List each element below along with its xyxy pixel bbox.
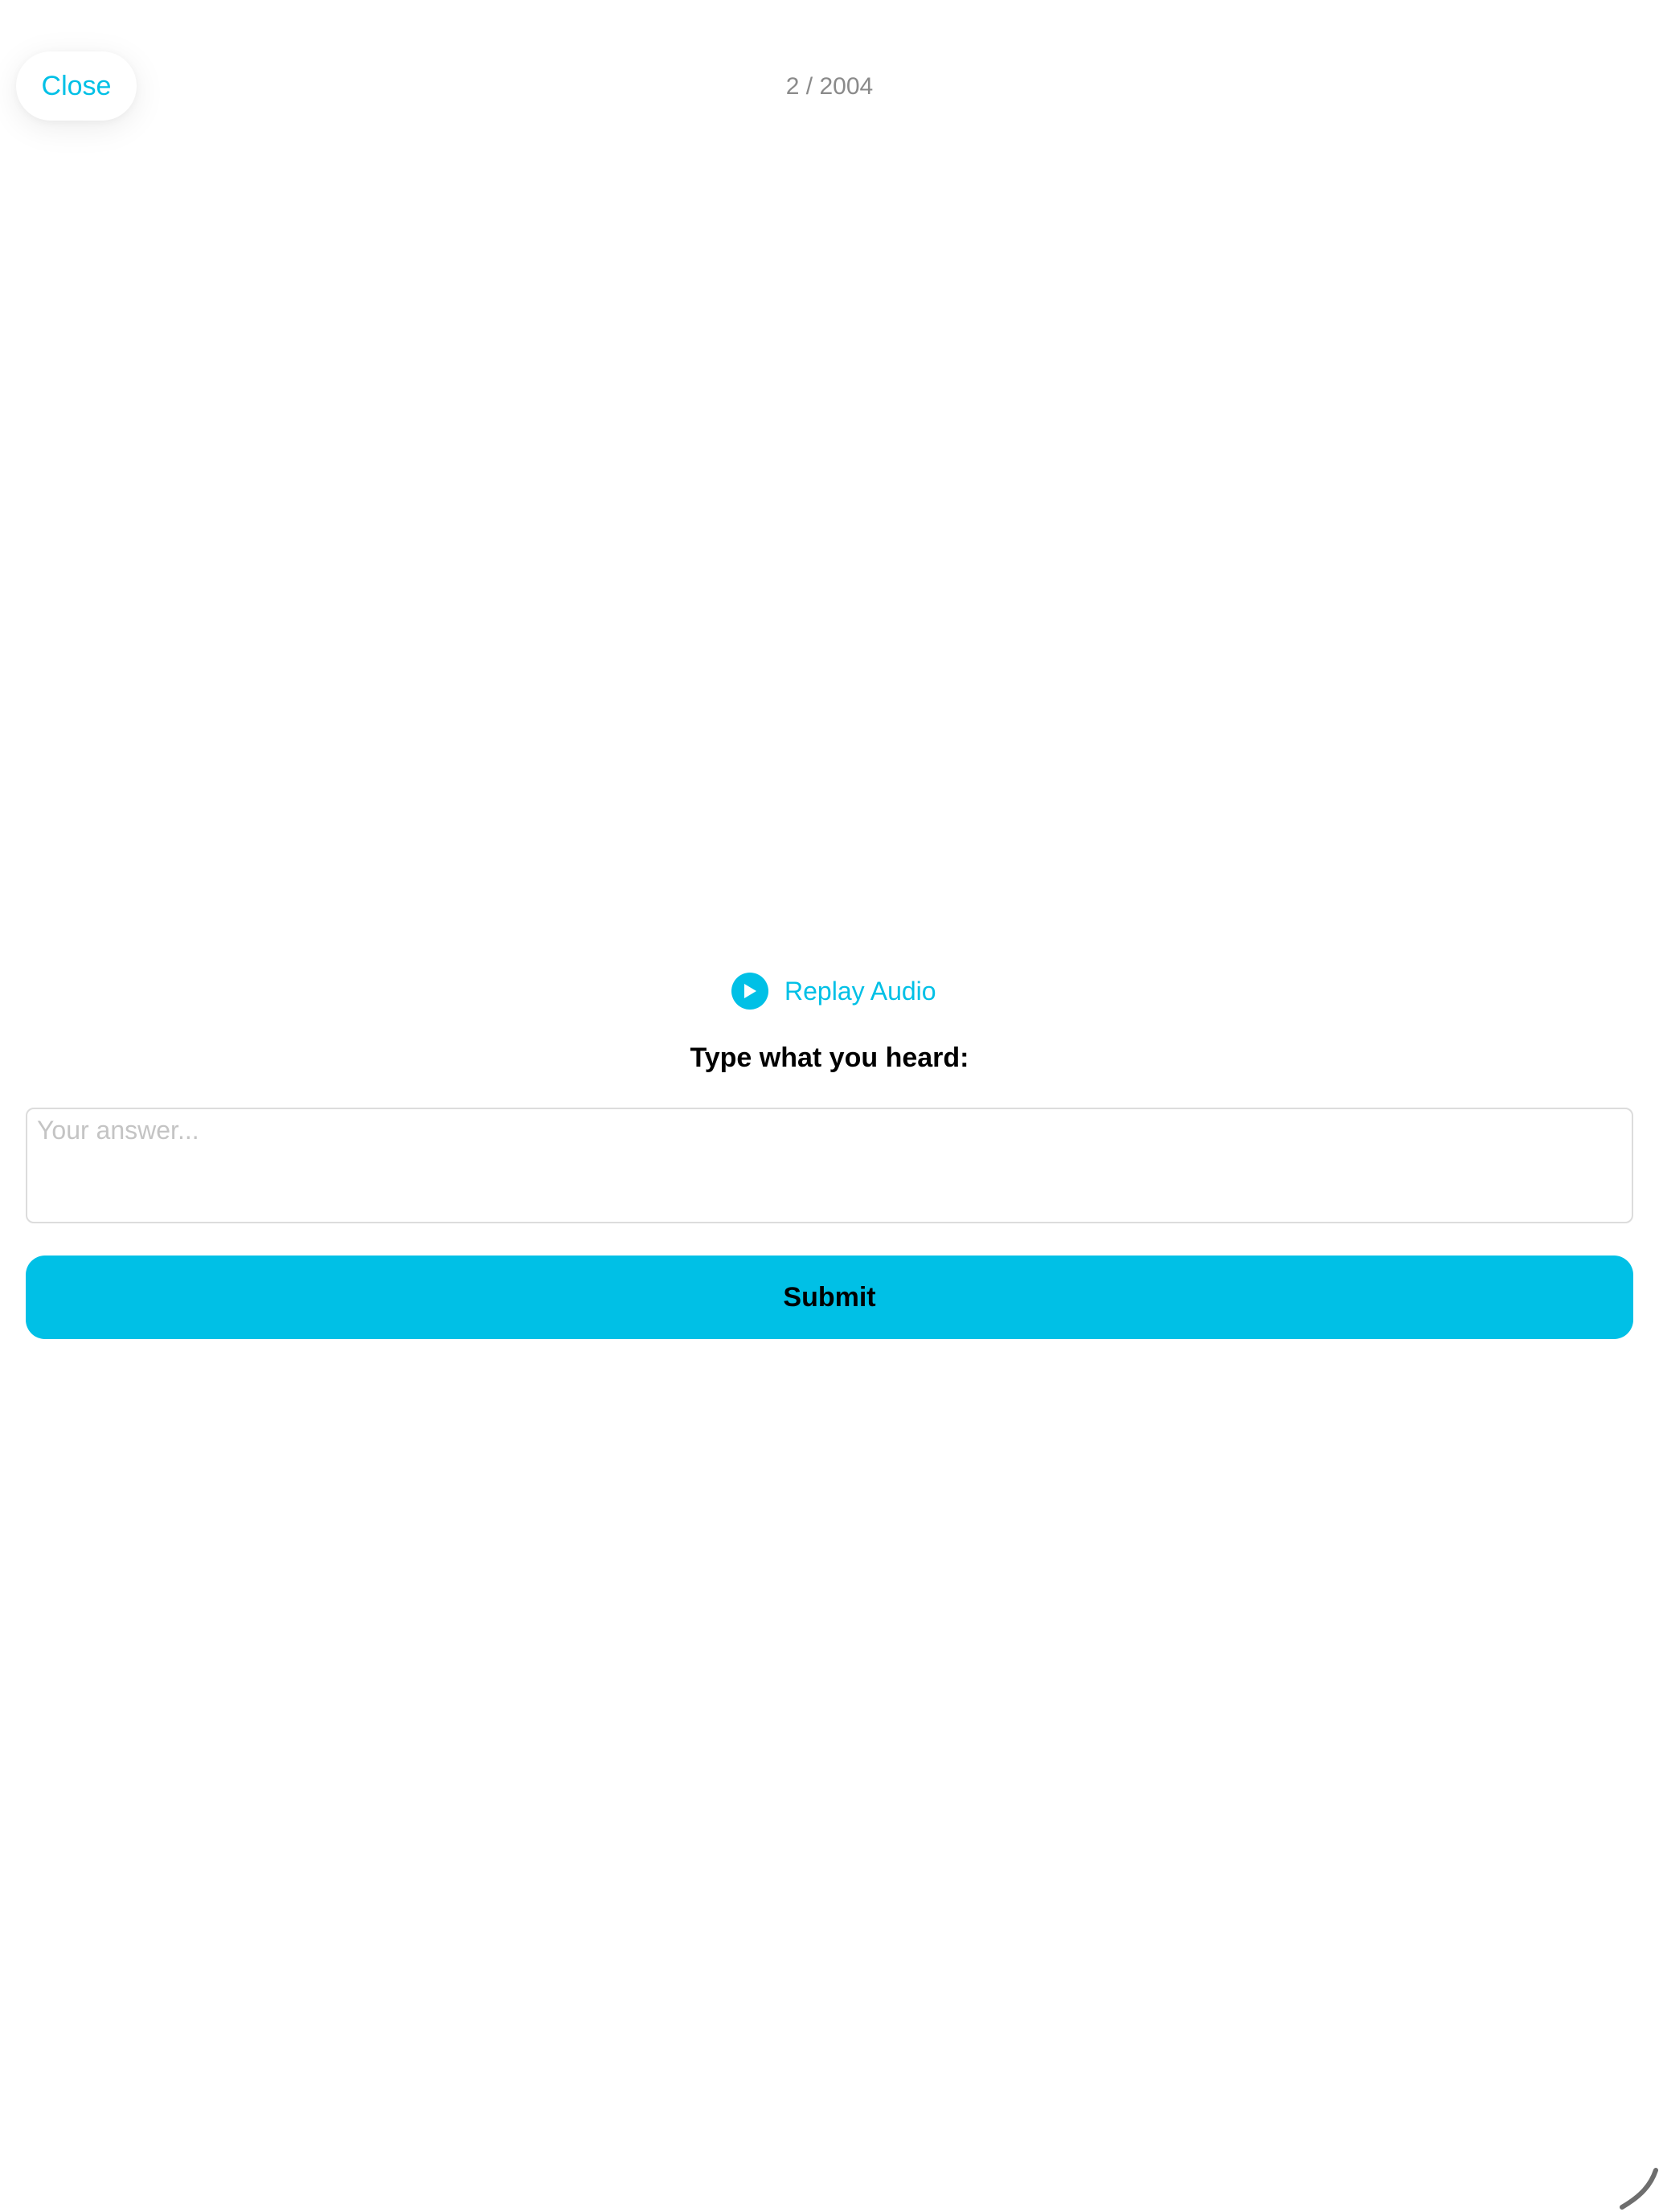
progress-counter: 2 / 2004 bbox=[785, 73, 874, 100]
flashcard-screen: Close 2 / 2004 Replay Audio Type what yo… bbox=[0, 0, 1659, 2212]
question-prompt: Type what you heard: bbox=[690, 1043, 969, 1073]
play-circle-icon bbox=[731, 973, 768, 1010]
resize-handle-icon bbox=[1611, 2164, 1659, 2212]
submit-button[interactable]: Submit bbox=[26, 1256, 1633, 1339]
answer-input[interactable] bbox=[26, 1108, 1633, 1223]
replay-audio-button[interactable]: Replay Audio bbox=[731, 971, 936, 1011]
replay-audio-label: Replay Audio bbox=[784, 976, 936, 1006]
